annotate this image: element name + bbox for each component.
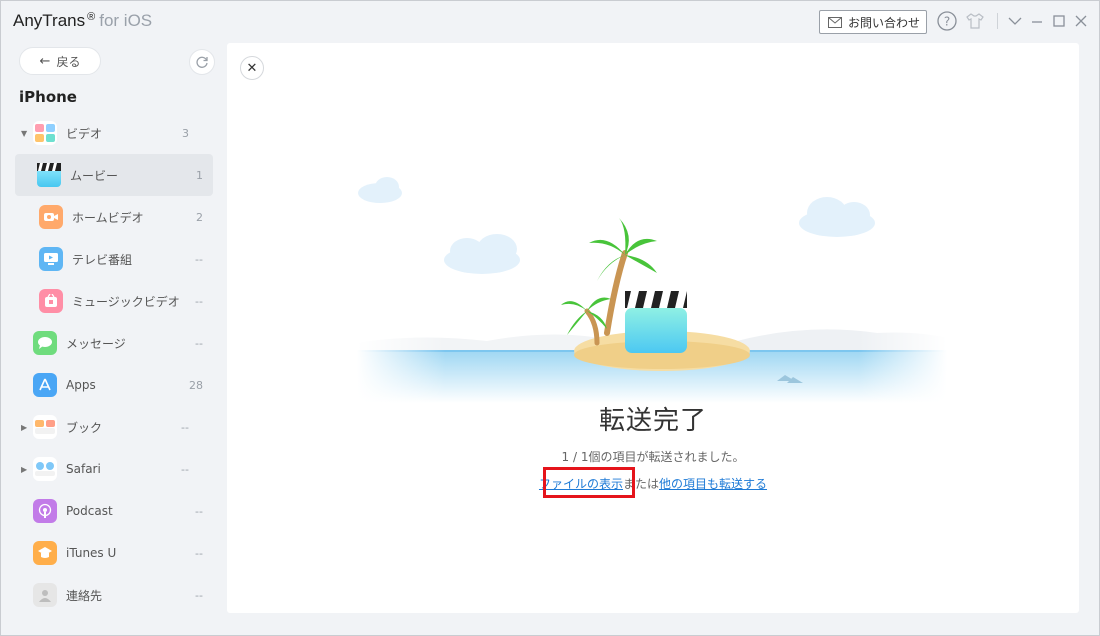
sidebar-item-video[interactable]: ▼ ビデオ 3 bbox=[1, 112, 199, 154]
item-count: 2 bbox=[196, 210, 203, 224]
skin-icon[interactable] bbox=[965, 11, 985, 31]
maximize-icon[interactable] bbox=[1049, 11, 1069, 31]
close-x-icon: ✕ bbox=[246, 60, 258, 76]
sidebar-item-movie[interactable]: ムービー 1 bbox=[15, 154, 213, 196]
sidebar-item-label: ミュージックビデオ bbox=[72, 294, 180, 309]
item-count: -- bbox=[195, 588, 203, 602]
apps-icon bbox=[33, 373, 57, 397]
minimize-icon[interactable] bbox=[1027, 11, 1047, 31]
item-count: -- bbox=[181, 420, 189, 434]
item-count: 28 bbox=[189, 378, 203, 392]
sidebar-item-label: ビデオ bbox=[66, 126, 103, 141]
tv-icon bbox=[39, 247, 63, 271]
cloud-icon bbox=[799, 197, 875, 237]
sidebar-item-label: Safari bbox=[66, 462, 101, 476]
sidebar-item-label: メッセージ bbox=[66, 336, 126, 351]
close-panel-button[interactable]: ✕ bbox=[240, 56, 264, 80]
back-button[interactable]: ← 戻る bbox=[19, 47, 101, 75]
sidebar-item-label: iTunes U bbox=[66, 546, 117, 560]
music-video-icon bbox=[39, 289, 63, 313]
home-video-icon bbox=[39, 205, 63, 229]
back-label: 戻る bbox=[56, 54, 81, 69]
sidebar-item-label: ブック bbox=[66, 420, 103, 435]
item-count: -- bbox=[195, 252, 203, 266]
app-name: AnyTrans bbox=[13, 11, 86, 30]
itunes-u-icon bbox=[33, 541, 57, 565]
sidebar-item-contacts[interactable]: 連絡先 -- bbox=[15, 574, 213, 616]
expand-caret-icon[interactable]: ▼ bbox=[21, 129, 27, 138]
collapse-caret-icon[interactable]: ▶ bbox=[21, 465, 27, 474]
sidebar-item-label: Apps bbox=[66, 378, 96, 392]
collapse-caret-icon[interactable]: ▶ bbox=[21, 423, 27, 432]
sidebar-item-label: ムービー bbox=[70, 168, 119, 183]
back-arrow-icon: ← bbox=[39, 53, 51, 69]
palm-tree-icon bbox=[589, 218, 657, 281]
sidebar-item-home-video[interactable]: ホームビデオ 2 bbox=[15, 196, 213, 238]
minimize-arrow-icon[interactable] bbox=[1005, 11, 1025, 31]
app-title: AnyTrans ® for iOS bbox=[13, 11, 152, 31]
highlight-box bbox=[543, 467, 635, 498]
main-panel: ✕ 転送完了 1 / 1個の項目が転送されました。 ファイルの表示または他の項目… bbox=[227, 43, 1079, 613]
item-count: -- bbox=[195, 504, 203, 518]
transfer-complete-title: 転送完了 bbox=[598, 406, 707, 436]
help-icon[interactable]: ? bbox=[937, 11, 957, 31]
item-count: 1 bbox=[196, 168, 203, 182]
sidebar-item-books[interactable]: ▶ ブック -- bbox=[1, 406, 199, 448]
transfer-summary: 1 / 1個の項目が転送されました。 bbox=[561, 450, 745, 464]
cloud-icon bbox=[358, 177, 402, 203]
item-count: -- bbox=[181, 462, 189, 476]
contact-button[interactable]: お問い合わせ bbox=[819, 10, 927, 34]
book-icon bbox=[33, 415, 57, 439]
registered-mark: ® bbox=[87, 11, 96, 23]
refresh-icon bbox=[196, 56, 208, 68]
sidebar-item-label: 連絡先 bbox=[66, 588, 103, 603]
close-icon[interactable] bbox=[1071, 11, 1091, 31]
sidebar-item-messages[interactable]: メッセージ -- bbox=[15, 322, 213, 364]
device-name: iPhone bbox=[19, 88, 77, 106]
video-folder-icon bbox=[33, 121, 57, 145]
app-window: AnyTrans ® for iOS お問い合わせ ? ← 戻る iPhone ▼ bbox=[0, 0, 1100, 636]
sidebar-item-podcast[interactable]: Podcast -- bbox=[15, 490, 213, 532]
sidebar-item-itunes-u[interactable]: iTunes U -- bbox=[15, 532, 213, 574]
sidebar-item-label: Podcast bbox=[66, 504, 113, 518]
action-links: ファイルの表示または他の項目も転送する bbox=[227, 475, 1079, 492]
island-illustration bbox=[357, 177, 947, 403]
message-icon bbox=[33, 331, 57, 355]
item-count: -- bbox=[195, 546, 203, 560]
app-suffix: for iOS bbox=[99, 11, 153, 30]
refresh-button[interactable] bbox=[189, 49, 215, 75]
mail-icon bbox=[828, 16, 842, 28]
title-bar: AnyTrans ® for iOS お問い合わせ ? bbox=[1, 1, 1099, 41]
item-count: -- bbox=[195, 336, 203, 350]
svg-text:?: ? bbox=[944, 15, 950, 29]
sidebar-item-label: テレビ番組 bbox=[72, 252, 133, 267]
item-count: -- bbox=[195, 294, 203, 308]
sidebar-item-apps[interactable]: Apps 28 bbox=[15, 364, 213, 406]
movie-icon bbox=[37, 163, 61, 187]
podcast-icon bbox=[33, 499, 57, 523]
contact-label: お問い合わせ bbox=[848, 15, 921, 30]
safari-icon bbox=[33, 457, 57, 481]
sidebar: ← 戻る iPhone ▼ ビデオ 3 ムービー 1 ホームビデオ 2 テレビ番… bbox=[1, 41, 223, 636]
sidebar-item-safari[interactable]: ▶ Safari -- bbox=[1, 448, 199, 490]
sidebar-item-tv[interactable]: テレビ番組 -- bbox=[15, 238, 213, 280]
sidebar-item-label: ホームビデオ bbox=[72, 210, 144, 225]
cloud-icon bbox=[444, 234, 520, 274]
transfer-more-link[interactable]: 他の項目も転送する bbox=[659, 477, 767, 491]
contacts-icon bbox=[33, 583, 57, 607]
titlebar-separator bbox=[997, 13, 998, 29]
item-count: 3 bbox=[182, 126, 189, 140]
sidebar-item-music-video[interactable]: ミュージックビデオ -- bbox=[15, 280, 213, 322]
